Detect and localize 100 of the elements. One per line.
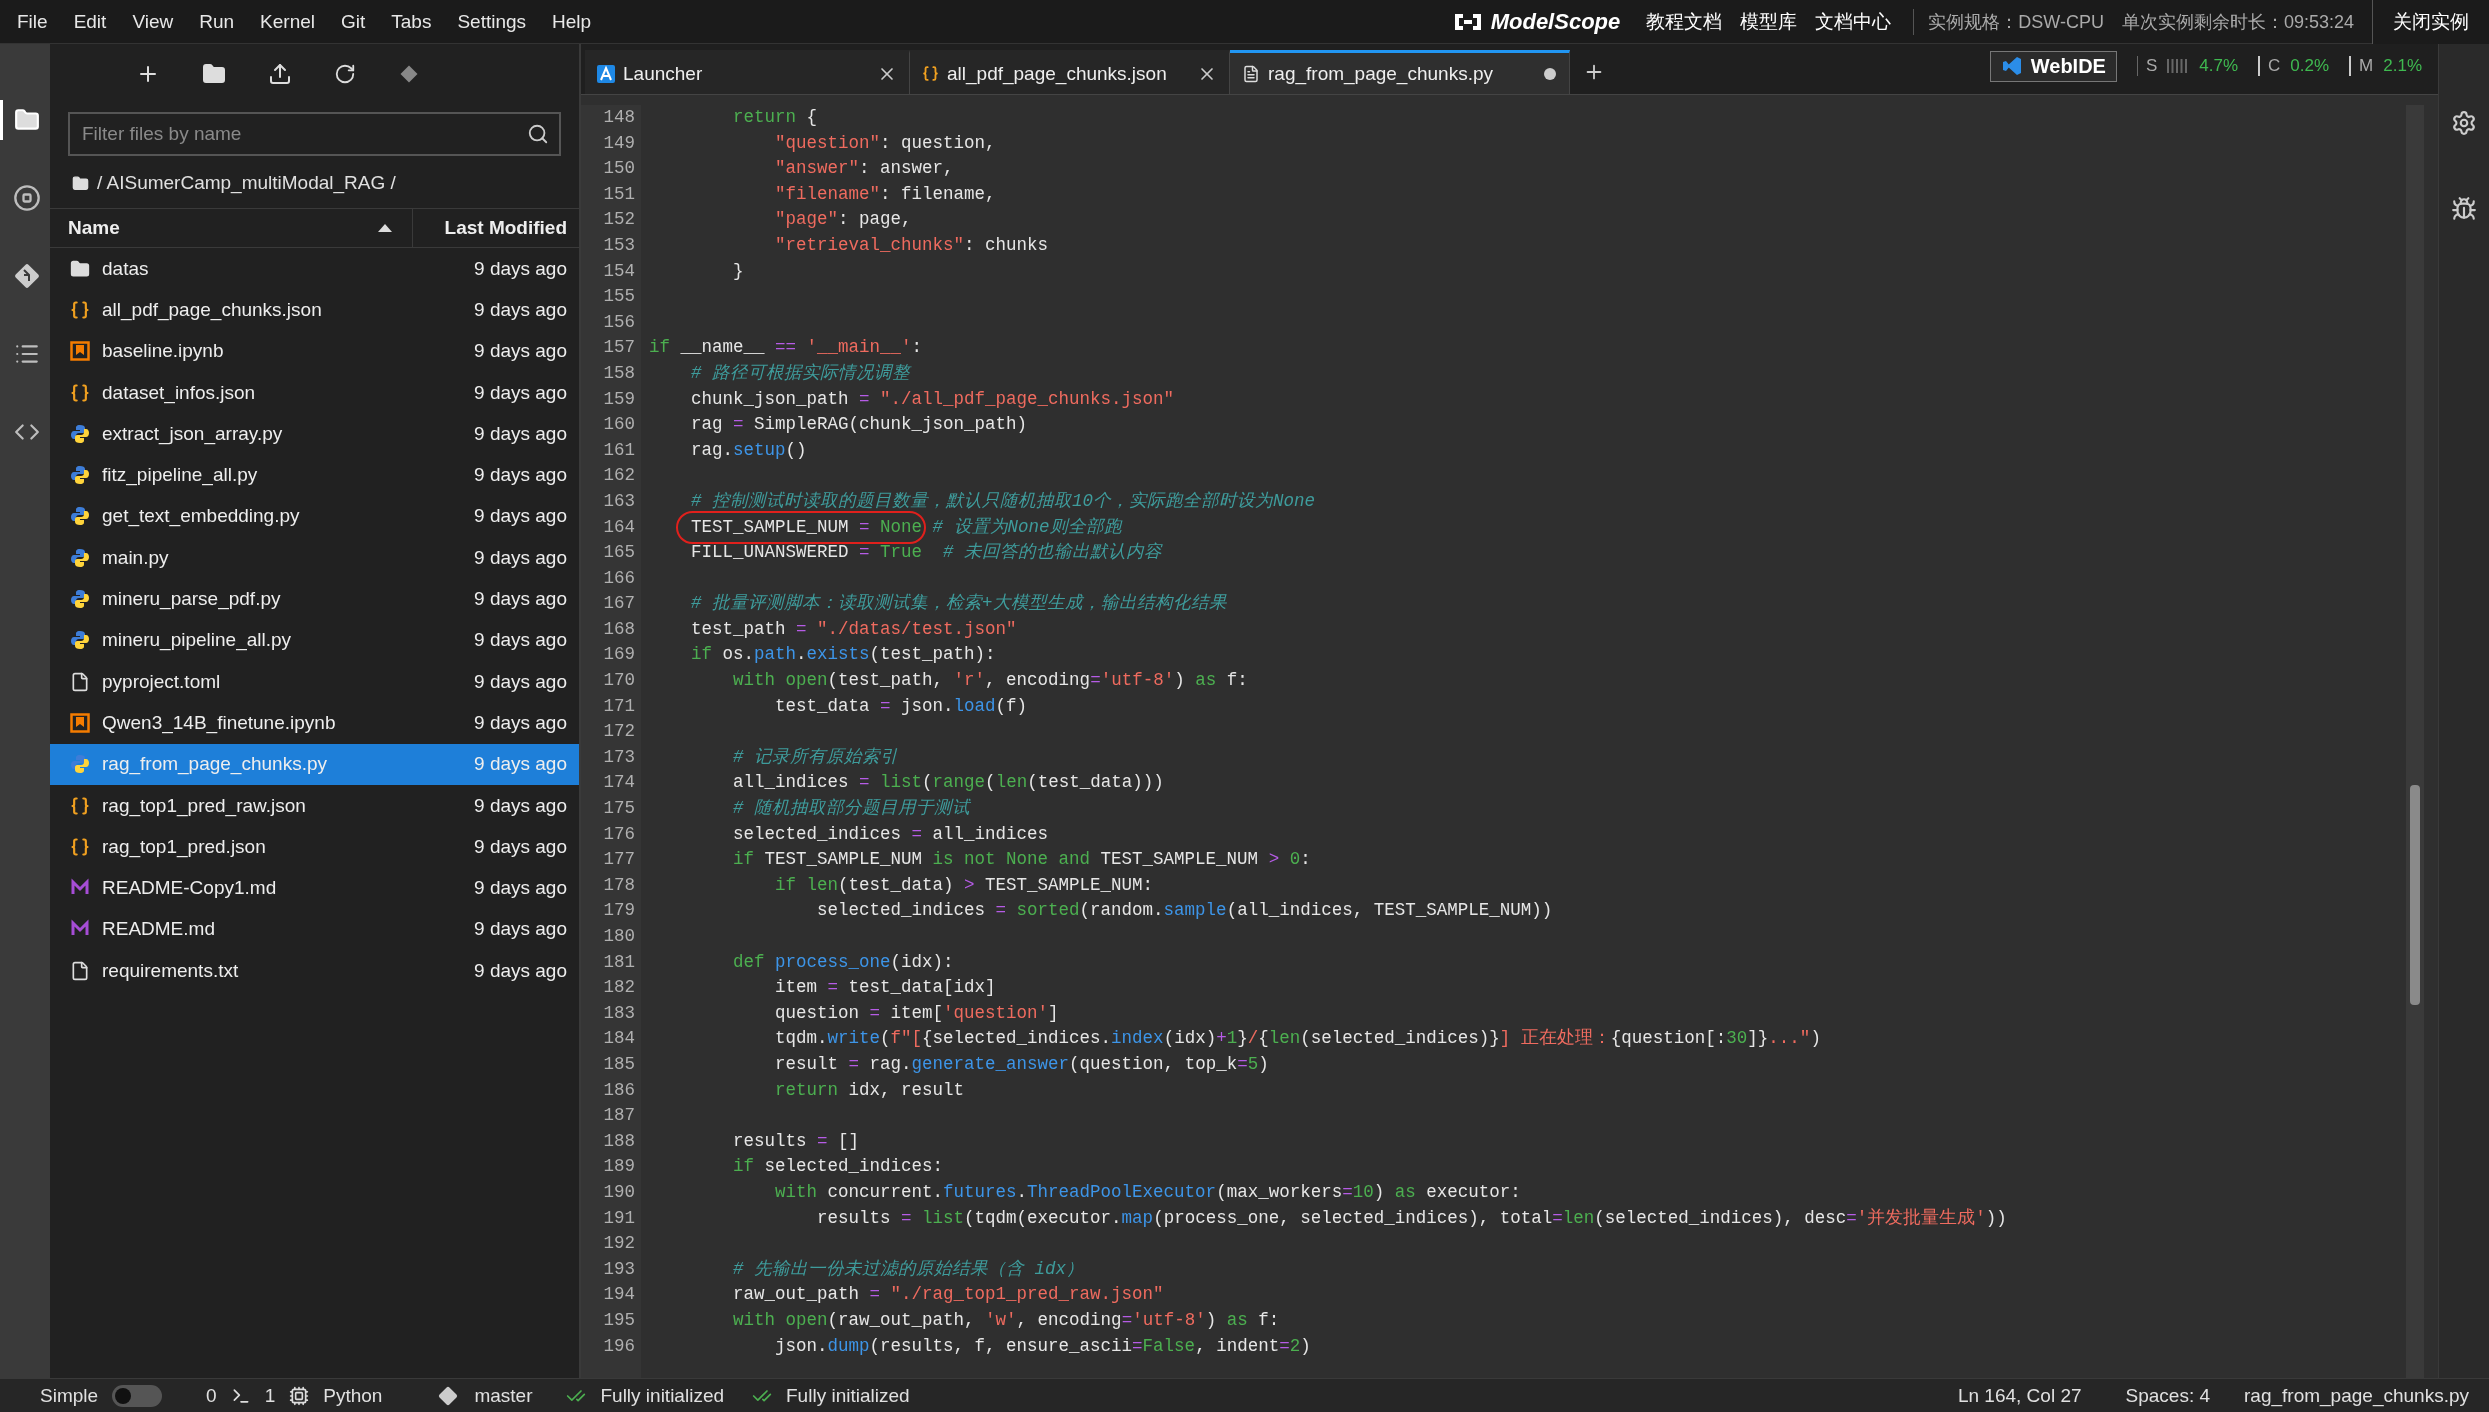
line-number: 166 — [602, 566, 635, 590]
code-line: chunk_json_path = "./all_pdf_page_chunks.json" — [690, 388, 1175, 409]
line-number: 162 — [602, 464, 635, 488]
header-link[interactable]: 文档中心 — [1815, 8, 1892, 35]
scrollbar[interactable] — [2406, 105, 2424, 1378]
kernel-name[interactable]: Python — [323, 1384, 383, 1407]
code-line: if __name__ == '__main__': — [649, 337, 923, 358]
line-number: 155 — [602, 285, 635, 309]
code-line: tqdm.write(f"[{selected_indices.index(idx)+1}/{len(selected_indices)}] 正在处理：{question[:30]}...") — [774, 1028, 1821, 1049]
code-line: selected_indices = all_indices — [732, 823, 1049, 844]
line-number: 194 — [602, 1283, 635, 1307]
menu-item[interactable]: Run — [186, 10, 248, 33]
simple-mode-switch[interactable] — [112, 1384, 163, 1407]
indent-setting[interactable]: Spaces: 4 — [2125, 1384, 2210, 1407]
mode-label: Simple — [40, 1384, 99, 1407]
line-number: 189 — [602, 1155, 635, 1179]
webide-button[interactable]: WebIDE — [1989, 50, 2117, 82]
cursor-position[interactable]: Ln 164, Col 27 — [1957, 1384, 2082, 1407]
upload-icon[interactable] — [268, 62, 292, 86]
editor-tab[interactable]: Launcher — [585, 50, 910, 94]
file-row[interactable]: fitz_pipeline_all.py 9 days ago — [50, 454, 579, 496]
file-row[interactable]: extract_json_array.py 9 days ago — [50, 413, 579, 455]
python-icon — [70, 465, 90, 486]
file-row[interactable]: README.md 9 days ago — [50, 908, 579, 951]
column-header[interactable]: Last Modified — [412, 209, 579, 247]
folder-icon[interactable] — [13, 107, 40, 133]
line-number: 159 — [602, 387, 635, 411]
settings-icon[interactable] — [2451, 110, 2477, 136]
menu-item[interactable]: Kernel — [247, 10, 328, 33]
menu-item[interactable]: Git — [328, 10, 379, 33]
line-number: 164 — [602, 515, 635, 539]
file-row[interactable]: pyproject.toml 9 days ago — [50, 660, 579, 703]
remaining-time: 单次实例剩余时长：09:53:24 — [2121, 10, 2354, 34]
menu-item[interactable]: Edit — [60, 10, 120, 33]
file-name: all_pdf_page_chunks.json — [102, 298, 323, 321]
modified-time: 9 days ago — [474, 835, 567, 858]
modified-time: 9 days ago — [474, 298, 567, 321]
modified-time: 9 days ago — [474, 422, 567, 445]
header-link[interactable]: 教程文档 — [1646, 8, 1723, 35]
file-icon — [70, 671, 90, 692]
line-number: 184 — [602, 1027, 635, 1051]
modified-time: 9 days ago — [474, 381, 567, 404]
refresh-icon[interactable] — [334, 63, 356, 85]
file-row[interactable]: datas 9 days ago — [50, 248, 579, 290]
menu-item[interactable]: Help — [539, 10, 605, 33]
python-icon — [70, 630, 90, 651]
file-row[interactable]: all_pdf_page_chunks.json 9 days ago — [50, 289, 579, 331]
line-number: 169 — [602, 643, 635, 667]
menu-item[interactable]: Settings — [444, 10, 540, 33]
metric-value: 0.2% — [2290, 56, 2330, 76]
file-row[interactable]: requirements.txt 9 days ago — [50, 950, 579, 992]
menu-item[interactable]: View — [119, 10, 187, 33]
menu-item[interactable]: File — [4, 10, 61, 33]
close-instance-button[interactable]: 关闭实例 — [2372, 0, 2489, 44]
file-row[interactable]: dataset_infos.json 9 days ago — [50, 371, 579, 414]
editor-tab[interactable]: all_pdf_page_chunks.json — [910, 50, 1230, 94]
stop-icon[interactable] — [12, 184, 41, 212]
code-line: if TEST_SAMPLE_NUM is not None and TEST_SAMPLE_NUM > 0: — [732, 849, 1311, 870]
breadcrumb[interactable]: / AISumerCamp_multiModal_RAG / — [97, 172, 396, 194]
header-link[interactable]: 模型库 — [1740, 8, 1798, 35]
file-row[interactable]: README-Copy1.md 9 days ago — [50, 867, 579, 909]
line-number: 177 — [602, 848, 635, 872]
code-line: return idx, result — [774, 1079, 965, 1100]
braces-icon — [70, 299, 90, 320]
file-row[interactable]: rag_top1_pred_raw.json 9 days ago — [50, 784, 579, 827]
line-number: 186 — [602, 1078, 635, 1102]
code-line: test_path = "./datas/test.json" — [690, 618, 1017, 639]
notebook-icon — [70, 341, 90, 362]
bug-icon[interactable] — [2451, 196, 2477, 222]
status-file-name: rag_from_page_chunks.py — [2244, 1384, 2469, 1407]
line-number: 158 — [602, 361, 635, 385]
lsp-status[interactable]: Fully initialized — [786, 1384, 910, 1407]
file-row[interactable]: rag_from_page_chunks.py 9 days ago — [50, 743, 579, 785]
lsp-status[interactable]: Fully initialized — [600, 1384, 724, 1407]
modified-time: 9 days ago — [474, 588, 567, 610]
file-name: datas — [102, 257, 150, 280]
tab-label: all_pdf_page_chunks.json — [947, 62, 1168, 85]
file-row[interactable]: rag_top1_pred.json 9 days ago — [50, 826, 579, 868]
editor-tab[interactable]: rag_from_page_chunks.py — [1230, 50, 1570, 94]
menu-item[interactable]: Tabs — [378, 10, 445, 33]
file-row[interactable]: mineru_parse_pdf.py 9 days ago — [50, 578, 579, 620]
code-line: # 随机抽取部分题目用于测试 — [732, 798, 971, 819]
code-line: "question": question, — [774, 132, 996, 153]
modified-time: 9 days ago — [474, 340, 567, 363]
line-number: 161 — [602, 438, 635, 462]
file-row[interactable]: Qwen3_14B_finetune.ipynb 9 days ago — [50, 702, 579, 744]
file-row[interactable]: get_text_embedding.py 9 days ago — [50, 495, 579, 538]
line-number: 156 — [602, 310, 635, 334]
search-field[interactable]: Filter files by name — [68, 112, 561, 156]
file-row[interactable]: baseline.ipynb 9 days ago — [50, 330, 579, 372]
metric-label: M — [2349, 56, 2374, 76]
file-icon — [70, 960, 90, 981]
file-row[interactable]: main.py 9 days ago — [50, 537, 579, 579]
line-number: 165 — [602, 541, 635, 565]
file-row[interactable]: mineru_pipeline_all.py 9 days ago — [50, 619, 579, 661]
new-folder-icon[interactable] — [202, 62, 226, 86]
branch-name[interactable]: master — [474, 1384, 533, 1407]
code-line: TEST_SAMPLE_NUM = None # 设置为None则全部跑 — [690, 516, 1122, 537]
code-line: question = item['question'] — [774, 1002, 1059, 1023]
column-header[interactable]: Name — [50, 209, 412, 247]
